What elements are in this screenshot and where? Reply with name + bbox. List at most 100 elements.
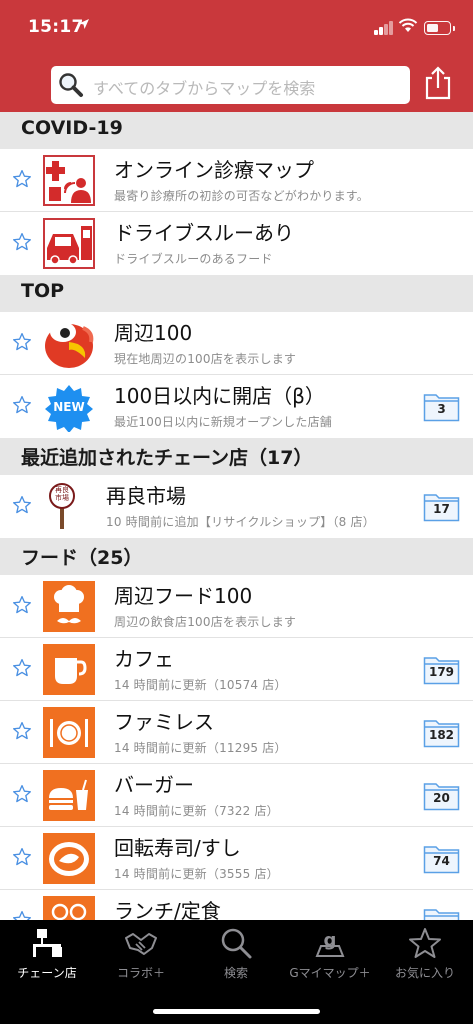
list-item-family-restaurant[interactable]: ファミレス 14 時間前に更新（11295 店） 182 [0,701,473,764]
favorite-star-icon[interactable] [12,332,32,352]
share-icon[interactable] [421,64,455,102]
row-title: オンライン診療マップ [114,158,314,182]
tab-favorites[interactable]: お気に入り [378,920,472,990]
search-input[interactable]: すべてのタブからマップを検索 [51,66,410,104]
handshake-icon [125,933,157,955]
tab-label: Gマイマップ＋ [289,966,371,980]
folder-button[interactable]: 74 [423,843,460,874]
new-badge-icon: NEW [43,381,95,432]
sushi-plate-icon [43,833,95,884]
row-title: カフェ [114,647,174,671]
search-icon [59,73,83,97]
folder-button[interactable]: 20 [423,780,460,811]
chef-hat-icon [43,581,95,632]
section-header-top: TOP [0,275,473,312]
status-bar: 15:17 [0,0,473,56]
favorite-star-icon[interactable] [12,395,32,415]
folder-count: 182 [428,728,455,742]
tab-label: 検索 [223,966,248,980]
tab-collab[interactable]: コラボ＋ [94,920,188,990]
row-subtitle: 現在地周辺の100店を表示します [114,352,297,366]
tab-g-mymap[interactable]: g Gマイマップ＋ [283,920,377,990]
folder-count: 74 [433,854,450,868]
folder-button[interactable] [423,906,460,920]
g-mymap-icon: g [315,930,345,957]
wifi-icon [398,18,418,32]
store-sign-text: 再良市場 [55,486,69,502]
search-placeholder: すべてのタブからマップを検索 [93,79,316,98]
folder-count: 20 [433,791,450,805]
coffee-cup-icon [43,644,95,695]
favorite-star-icon[interactable] [12,910,32,920]
row-title: 100日以内に開店（β） [114,384,325,408]
row-subtitle: 14 時間前に更新（7322 店） [114,804,279,818]
list-item-cafe[interactable]: カフェ 14 時間前に更新（10574 店） 179 [0,638,473,701]
tab-bar: チェーン店 コラボ＋ 検索 g Gマイマップ＋ お気に入り [0,920,473,1024]
row-subtitle: 10 時間前に追加【リサイクルショップ】（8 店） [106,515,375,529]
tab-label: お気に入り [394,966,455,980]
cellular-signal-icon [374,21,394,35]
section-header-covid: COVID-19 [0,112,473,149]
tab-chain-store[interactable]: チェーン店 [0,920,94,990]
row-subtitle: 最寄り診療所の初診の可否などがわかります。 [114,189,370,203]
folder-button[interactable]: 3 [423,391,460,422]
list-item-opened-100-days[interactable]: NEW 100日以内に開店（β） 最近100日以内に新規オープンした店舗 3 [0,375,473,438]
plate-cutlery-icon [43,707,95,758]
chain-list[interactable]: COVID-19 オンライン診療マップ 最寄り診療所の初診の可否などがわかります… [0,112,473,920]
row-title: 周辺100 [114,321,193,345]
search-icon [221,928,252,959]
row-subtitle: 最近100日以内に新規オープンした店舗 [114,415,332,429]
row-subtitle: ドライブスルーのあるフード [114,252,273,266]
folder-count: 179 [428,665,455,679]
chain-store-icon [33,929,62,957]
row-subtitle: 14 時間前に更新（11295 店） [114,741,287,755]
row-title: バーガー [114,773,194,797]
location-arrow-icon [78,18,90,33]
new-badge-text: NEW [53,400,85,414]
row-subtitle: 周辺の飲食店100店を表示します [114,615,297,629]
status-time: 15:17 [28,17,84,37]
tab-label: コラボ＋ [116,966,165,980]
folder-button[interactable]: 17 [423,491,460,522]
row-title: ファミレス [114,710,214,734]
list-item-sushi[interactable]: 回転寿司/すし 14 時間前に更新（3555 店） 74 [0,827,473,890]
svg-text:g: g [324,930,337,951]
nav-bar: すべてのタブからマップを検索 [0,56,473,112]
favorite-star-icon[interactable] [12,595,32,615]
favorite-star-icon[interactable] [12,658,32,678]
list-item-burger[interactable]: バーガー 14 時間前に更新（7322 店） 20 [0,764,473,827]
favorite-star-icon[interactable] [12,169,32,189]
online-clinic-icon [43,155,95,206]
lunch-icon [43,896,95,920]
row-title: ランチ/定食 [114,899,221,920]
burger-icon [43,770,95,821]
list-item-nearby-100[interactable]: 周辺100 現在地周辺の100店を表示します [0,312,473,375]
row-title: 回転寿司/すし [114,836,241,860]
favorite-star-icon[interactable] [12,232,32,252]
section-header-food: フード（25） [0,538,473,575]
folder-count: 17 [433,502,450,516]
list-item-drive-through[interactable]: ドライブスルーあり ドライブスルーのあるフード [0,212,473,275]
list-item-lunch[interactable]: ランチ/定食 [0,890,473,920]
star-icon [409,928,441,958]
favorite-star-icon[interactable] [12,721,32,741]
folder-button[interactable]: 179 [423,654,460,685]
favorite-star-icon[interactable] [12,495,32,515]
tab-search[interactable]: 検索 [189,920,283,990]
row-title: 再良市場 [106,484,186,508]
favorite-star-icon[interactable] [12,784,32,804]
list-item-sairyo-ichiba[interactable]: 再良市場 再良市場 10 時間前に追加【リサイクルショップ】（8 店） 17 [0,475,473,538]
row-subtitle: 14 時間前に更新（10574 店） [114,678,287,692]
section-header-recent: 最近追加されたチェーン店（17） [0,438,473,475]
list-item-online-clinic[interactable]: オンライン診療マップ 最寄り診療所の初診の可否などがわかります。 [0,149,473,212]
list-item-nearby-food-100[interactable]: 周辺フード100 周辺の飲食店100店を表示します [0,575,473,638]
drive-through-icon [43,218,95,269]
folder-button[interactable]: 182 [423,717,460,748]
row-title: 周辺フード100 [114,584,253,608]
favorite-star-icon[interactable] [12,847,32,867]
mascot-bird-icon [43,318,95,369]
row-subtitle: 14 時間前に更新（3555 店） [114,867,279,881]
store-sign-icon: 再良市場 [45,481,79,532]
home-indicator[interactable] [153,1009,320,1014]
row-title: ドライブスルーあり [114,221,294,245]
